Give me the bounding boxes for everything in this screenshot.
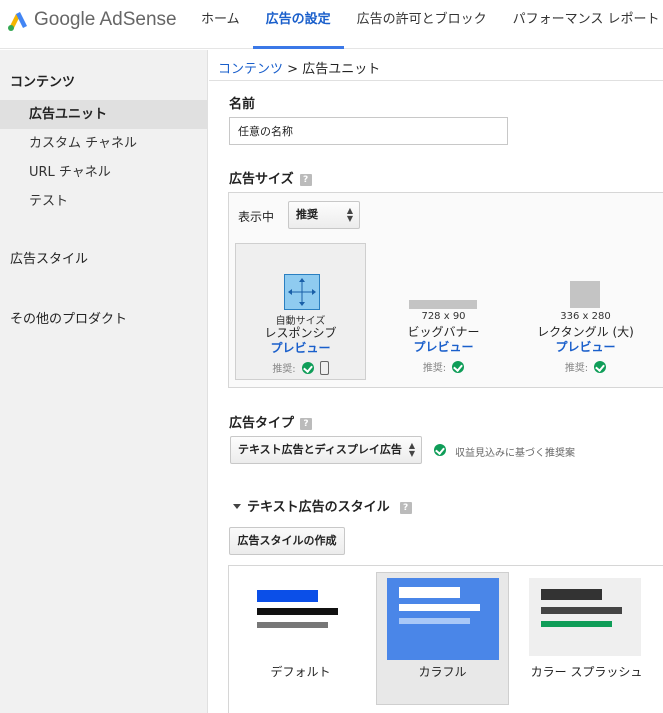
- size-sub: 336 x 280: [560, 311, 611, 322]
- style-text-bar: [257, 608, 338, 615]
- help-icon[interactable]: ?: [300, 418, 313, 430]
- check-icon: [594, 360, 607, 373]
- mobile-icon: [319, 360, 329, 375]
- breadcrumb-current: 広告ユニット: [302, 62, 381, 77]
- style-text-bar: [399, 604, 480, 611]
- breadcrumb-content-link[interactable]: コンテンツ: [218, 62, 283, 77]
- size-recommended: 推奨:: [378, 359, 509, 374]
- size-preview-link[interactable]: プレビュー: [520, 338, 651, 355]
- create-ad-style-button[interactable]: 広告スタイルの作成: [229, 527, 345, 555]
- sidebar: コンテンツ 広告ユニット カスタム チャネル URL チャネル テスト 広告スタ…: [0, 50, 208, 713]
- leaderboard-thumbnail: [409, 300, 477, 309]
- size-card-large-rectangle[interactable]: 336 x 280 レクタングル (大) プレビュー 推奨:: [520, 243, 651, 380]
- size-card-responsive[interactable]: 自動サイズ レスポンシブ プレビュー 推奨:: [235, 243, 366, 380]
- responsive-resize-icon: [284, 274, 320, 310]
- ad-unit-name-input[interactable]: [229, 117, 508, 145]
- adsense-logo-icon: [6, 8, 30, 32]
- display-filter-select[interactable]: 推奨 ▲ ▼: [288, 201, 360, 229]
- sidebar-heading-content[interactable]: コンテンツ: [10, 71, 75, 90]
- collapse-triangle-icon: [233, 504, 241, 509]
- help-icon[interactable]: ?: [299, 174, 312, 186]
- ad-type-value: テキスト広告とディスプレイ広告: [238, 443, 402, 456]
- sidebar-item-ad-styles[interactable]: 広告スタイル: [10, 248, 88, 267]
- main-nav: ホーム 広告の設定 広告の許可とブロック パフォーマンス レポート: [188, 0, 663, 49]
- size-recommended: 推奨:: [520, 359, 651, 374]
- recommended-label: 推奨:: [422, 363, 447, 374]
- display-filter-value: 推奨: [296, 208, 318, 221]
- style-text-bar: [541, 607, 622, 614]
- top-bar: Google AdSense ホーム 広告の設定 広告の許可とブロック パフォー…: [0, 0, 663, 49]
- recommended-label: 推奨:: [564, 363, 589, 374]
- style-url-bar: [257, 622, 328, 628]
- text-ad-style-heading: テキスト広告のスタイル: [247, 500, 390, 515]
- select-arrows-icon: ▲ ▼: [408, 441, 415, 458]
- sidebar-item-other-products[interactable]: その他のプロダクト: [10, 308, 127, 327]
- nav-ad-settings[interactable]: 広告の設定: [252, 0, 344, 49]
- ad-size-label-text: 広告サイズ: [229, 172, 294, 187]
- nav-performance-reports[interactable]: パフォーマンス レポート: [500, 0, 663, 49]
- style-title-bar: [541, 589, 602, 600]
- style-name-default: デフォルト: [270, 665, 331, 679]
- breadcrumb-separator: >: [283, 62, 303, 77]
- style-name-colorful: カラフル: [418, 665, 467, 679]
- style-card-default[interactable]: [234, 572, 367, 705]
- help-icon[interactable]: ?: [399, 502, 412, 514]
- breadcrumb: コンテンツ > 広告ユニット: [209, 50, 663, 81]
- style-url-bar: [541, 621, 612, 627]
- recommended-label: 推奨:: [272, 364, 296, 375]
- nav-home[interactable]: ホーム: [188, 0, 253, 49]
- style-card-color-splash[interactable]: [520, 572, 653, 705]
- check-icon: [434, 444, 446, 456]
- display-label: 表示中: [238, 210, 275, 224]
- size-card-leaderboard[interactable]: 728 x 90 ビッグバナー プレビュー 推奨:: [378, 243, 509, 380]
- ad-size-label: 広告サイズ?: [229, 168, 312, 187]
- size-preview-link[interactable]: プレビュー: [378, 338, 509, 355]
- large-rectangle-thumbnail: [570, 281, 600, 308]
- ad-type-label: 広告タイプ?: [229, 412, 313, 431]
- ad-type-recommendation: 収益見込みに基づく推奨案: [455, 448, 575, 459]
- text-ad-style-toggle[interactable]: テキスト広告のスタイル?: [233, 496, 412, 515]
- brand-name: Google AdSense: [34, 9, 177, 30]
- style-name-color-splash: カラー スプラッシュ: [530, 665, 643, 679]
- size-preview-link[interactable]: プレビュー: [236, 339, 365, 356]
- style-card-colorful[interactable]: [376, 572, 509, 705]
- ad-type-select[interactable]: テキスト広告とディスプレイ広告 ▲ ▼: [230, 436, 422, 464]
- size-sub: 728 x 90: [421, 311, 466, 322]
- sidebar-item-url-channels[interactable]: URL チャネル: [0, 158, 207, 187]
- name-label: 名前: [229, 97, 256, 112]
- select-arrows-icon: ▲ ▼: [346, 206, 353, 223]
- sidebar-item-experiments[interactable]: テスト: [0, 187, 207, 216]
- nav-allow-block[interactable]: 広告の許可とブロック: [344, 0, 500, 49]
- check-icon: [301, 361, 314, 374]
- sidebar-item-ad-units[interactable]: 広告ユニット: [0, 100, 207, 129]
- style-title-bar: [399, 587, 460, 598]
- sidebar-item-custom-channels[interactable]: カスタム チャネル: [0, 129, 207, 158]
- ad-type-label-text: 広告タイプ: [229, 416, 295, 431]
- check-icon: [452, 360, 465, 373]
- style-title-bar: [257, 590, 318, 602]
- adsense-logo[interactable]: Google AdSense: [6, 6, 177, 34]
- style-url-bar: [399, 618, 470, 624]
- size-recommended: 推奨:: [236, 360, 365, 375]
